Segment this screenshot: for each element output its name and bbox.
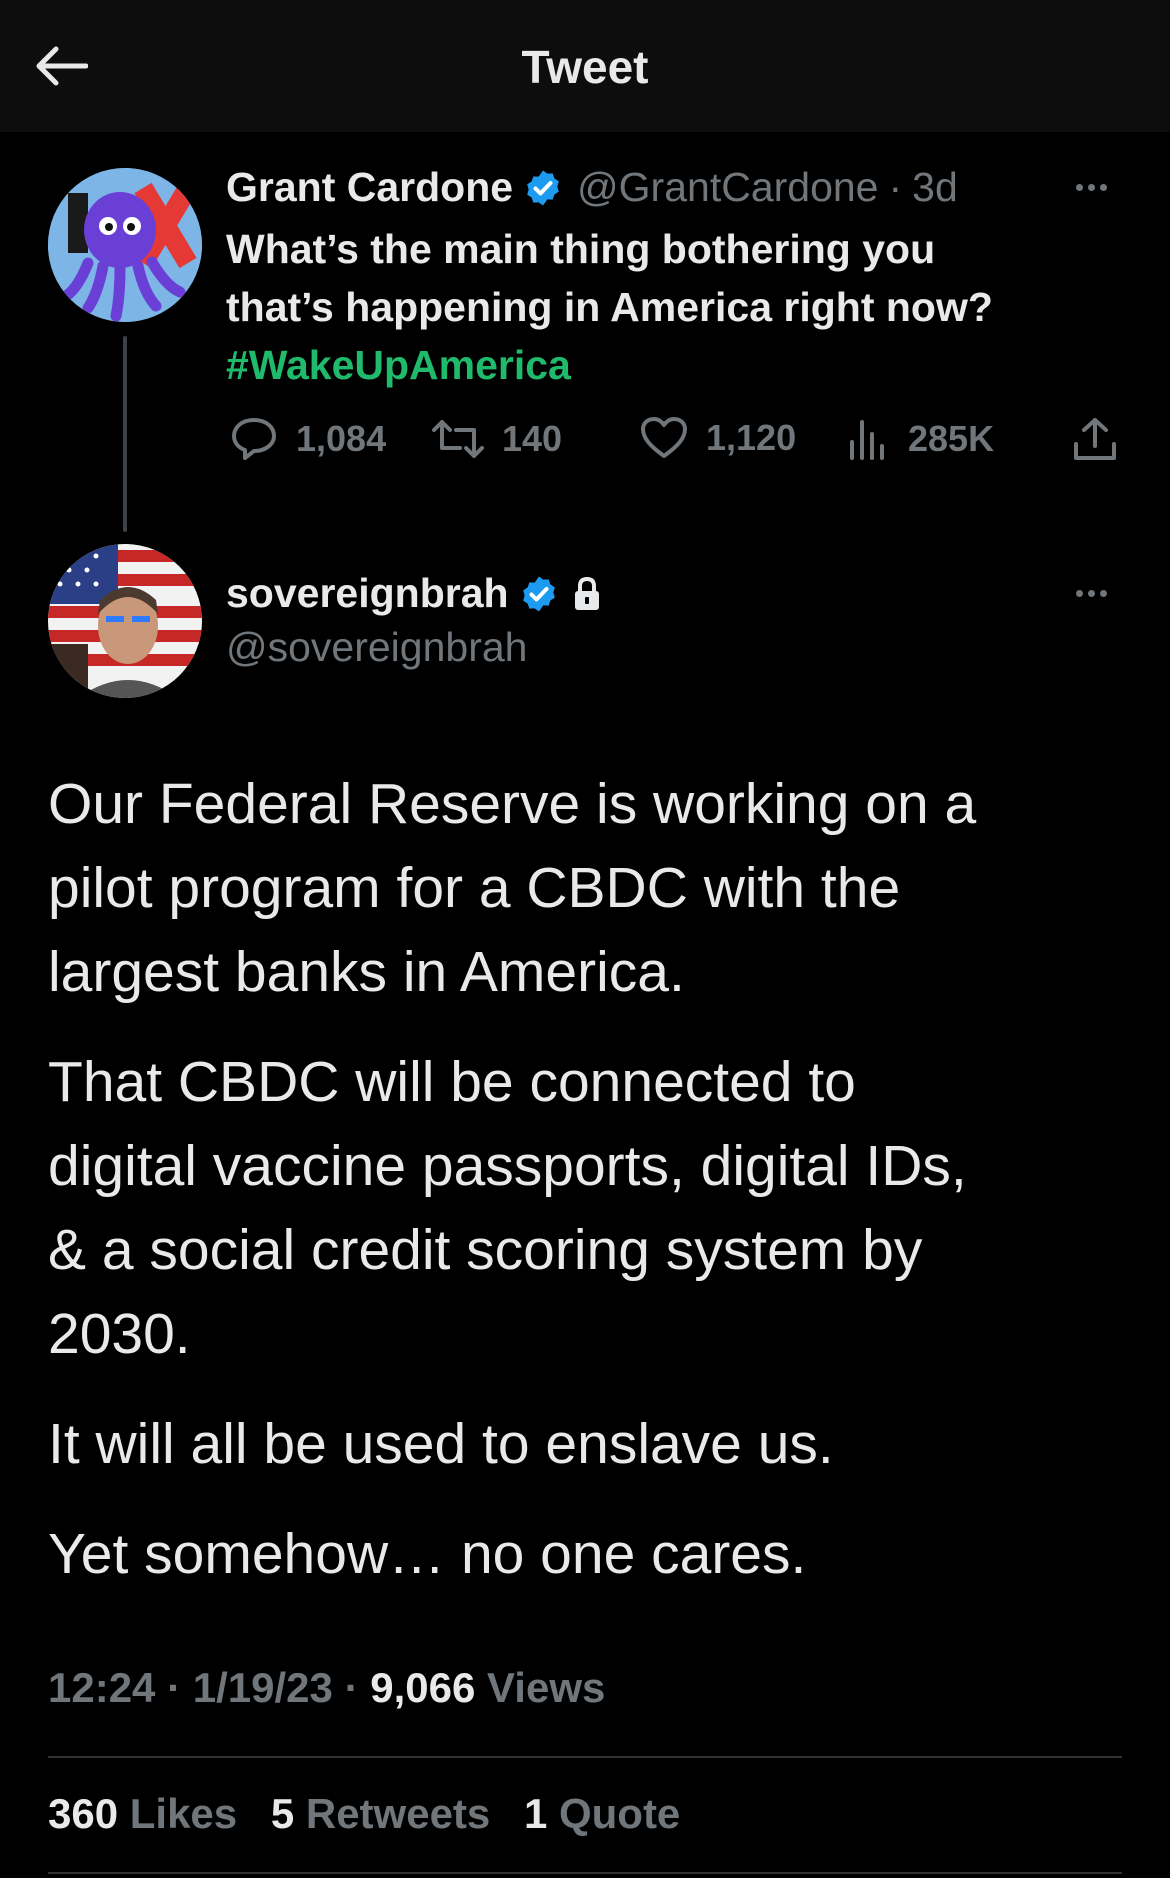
flag-portrait-avatar-image [48,544,202,698]
tweet-line: pilot program for a CBDC with the [48,856,901,920]
tweet-line: That CBDC will be connected to [48,1050,856,1114]
divider [48,1872,1122,1874]
views-count: 285K [908,418,995,459]
tweet-line: digital vaccine passports, digital IDs, [48,1134,967,1198]
verified-badge-icon [522,576,555,611]
views-action[interactable]: 285K [846,416,994,462]
hashtag-link[interactable]: #WakeUpAmerica [226,336,1126,394]
share-action[interactable] [1072,416,1118,462]
retweet-action[interactable]: 140 [432,416,562,462]
engagement-stats: 360 Likes 5 Retweets 1 Quote [48,1790,702,1838]
quotes-link[interactable]: 1 Quote [524,1790,680,1837]
tweet-line: Our Federal Reserve is working on a [48,772,977,836]
analytics-icon [850,420,884,460]
reply-icon [232,418,276,460]
quoted-text-line: that’s happening in America right now? [226,284,993,330]
octopus-avatar-image [48,168,202,322]
tweet-date: 1/19/23 [192,1664,333,1711]
author-handle[interactable]: @GrantCardone [577,164,878,211]
tweet-paragraph: It will all be used to enslave us. [48,1402,1128,1486]
reply-handle-row: @sovereignbrah [226,624,527,671]
views-count: 9,066 [370,1664,476,1711]
like-action[interactable]: 1,120 [640,416,796,460]
tweet-paragraph: That CBDC will be connected to digital v… [48,1040,1128,1376]
reply-count: 1,084 [296,418,387,459]
lock-icon [574,576,599,610]
retweet-icon [432,420,484,458]
quoted-tweet-text: What’s the main thing bothering you that… [226,220,1126,394]
quoted-text-line: What’s the main thing bothering you [226,226,936,272]
tweet-age[interactable]: 3d [912,164,958,211]
verified-badge-icon [527,170,559,205]
tweet-paragraph: Yet somehow… no one cares. [48,1512,1128,1596]
top-bar: Tweet [0,0,1170,132]
views-label: Views [487,1664,606,1711]
separator-dot: · [167,1664,182,1711]
tweet-body: Our Federal Reserve is working on a pilo… [48,762,1128,1622]
heart-icon [641,417,687,458]
author-handle[interactable]: @sovereignbrah [226,624,527,671]
share-icon [1074,418,1116,460]
tweet-line: largest banks in America. [48,940,685,1004]
divider [48,1756,1122,1758]
grant-cardone-avatar[interactable] [48,168,202,322]
like-count: 1,120 [706,417,797,458]
quotes-label: Quote [558,1790,681,1837]
separator-dot: · [888,164,903,210]
quotes-count: 1 [523,1790,548,1837]
more-options-icon[interactable] [1076,590,1107,597]
reply-tweet-header: sovereignbrah [226,570,603,617]
likes-count: 360 [48,1790,119,1837]
tweet-paragraph: Our Federal Reserve is working on a pilo… [48,762,1128,1014]
likes-link[interactable]: 360 Likes [48,1790,237,1837]
page-title: Tweet [521,41,649,93]
sovereignbrah-avatar[interactable] [48,544,202,698]
tweet-line: Yet somehow… no one cares. [48,1522,807,1586]
thread-connector [123,336,127,532]
quoted-tweet-actions: 1,084 140 1,120 285K [226,416,1126,466]
retweet-count: 140 [502,418,563,459]
views-link[interactable]: 9,066 Views [370,1664,605,1711]
tweet-time: 12:24 [48,1664,156,1711]
tweet-line: & a social credit scoring system by [48,1218,923,1282]
author-name[interactable]: Grant Cardone [226,164,513,211]
quoted-tweet-header: Grant Cardone @GrantCardone · 3d [226,164,958,211]
tweet-metadata: 12:24 · 1/19/23 · 9,066 Views [48,1664,605,1712]
tweet-line: It will all be used to enslave us. [48,1412,834,1476]
retweets-link[interactable]: 5 Retweets [271,1790,490,1837]
separator-dot: · [344,1664,359,1711]
author-name[interactable]: sovereignbrah [226,570,509,617]
likes-label: Likes [129,1790,238,1837]
tweet-line: 2030. [48,1302,191,1366]
more-options-icon[interactable] [1076,184,1107,191]
retweets-label: Retweets [305,1790,491,1837]
reply-action[interactable]: 1,084 [230,416,386,462]
retweets-count: 5 [270,1790,295,1837]
